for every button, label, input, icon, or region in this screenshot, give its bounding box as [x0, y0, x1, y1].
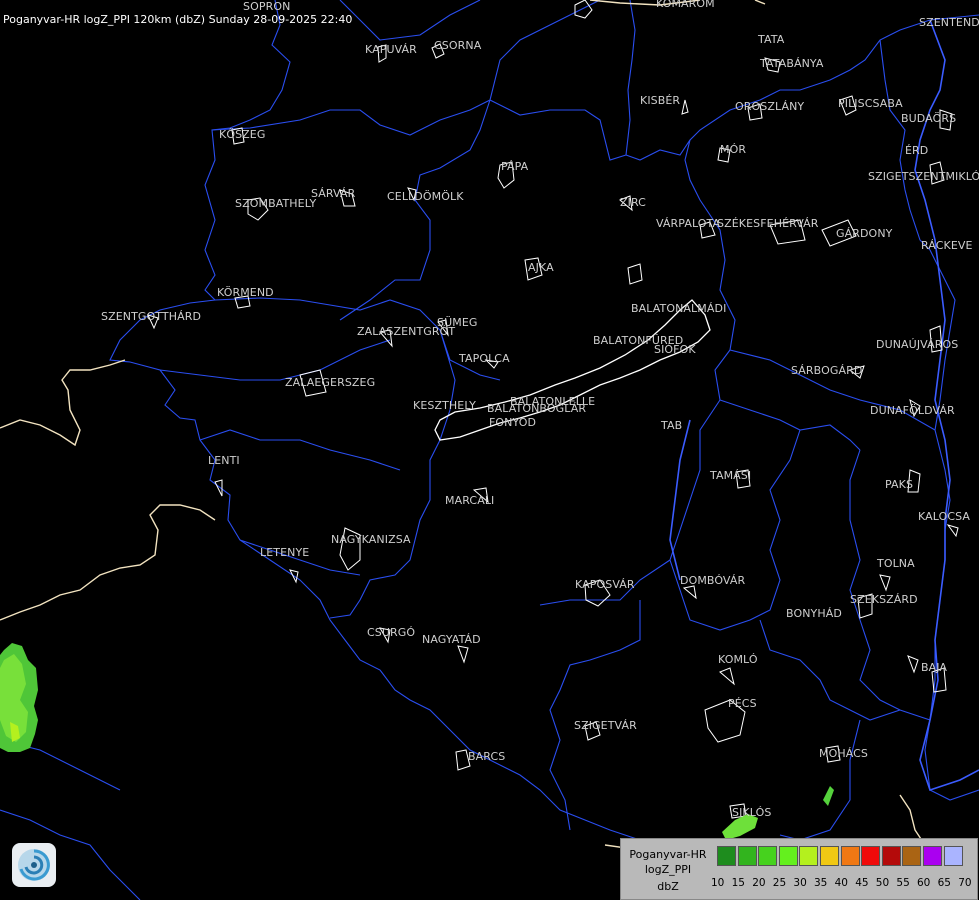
- city-label: CSORNA: [434, 39, 482, 52]
- legend-tick-label: 50: [875, 877, 890, 889]
- legend-tick-label: 65: [937, 877, 951, 889]
- legend-swatch: [819, 846, 839, 866]
- city-label: CELLDÖMÖLK: [387, 190, 464, 203]
- city-label: PÁPA: [501, 160, 529, 173]
- legend-tick-label: 30: [793, 877, 807, 889]
- city-label: SÁRVÁR: [311, 187, 356, 200]
- city-label: SZEKSZÁRD: [850, 593, 918, 606]
- legend-swatch: [881, 846, 901, 866]
- city-label: MÓR: [720, 143, 747, 156]
- city-label: ÉRD: [905, 144, 929, 157]
- legend-swatch: [943, 846, 963, 866]
- city-label: PÉCS: [728, 697, 757, 710]
- city-label: KESZTHELY: [413, 399, 476, 412]
- city-label: NAGYATÁD: [422, 633, 481, 646]
- city-label: DUNAFÖLDVÁR: [870, 404, 955, 417]
- legend-swatch: [902, 846, 922, 866]
- city-label: PILISCSABA: [838, 97, 903, 110]
- city-label: KŐSZEG: [219, 128, 266, 141]
- city-label: KALOCSA: [918, 510, 971, 523]
- legend-tick-label: 15: [731, 877, 745, 889]
- city-label: TATABÁNYA: [760, 57, 824, 70]
- legend-tick-label: 45: [855, 877, 869, 889]
- city-label: BARCS: [468, 750, 506, 763]
- city-label: BUDAÖRS: [901, 112, 957, 125]
- city-label: MOHÁCS: [819, 747, 869, 760]
- provider-logo: [12, 843, 56, 887]
- city-label: BALATONALMÁDI: [631, 302, 727, 315]
- city-label: MARCALI: [445, 494, 495, 507]
- city-label: TATA: [758, 33, 785, 46]
- legend-color-scale: [717, 846, 964, 866]
- city-label: TAMÁSI: [710, 469, 752, 482]
- legend-swatch: [717, 846, 736, 866]
- city-label: DUNAÚJVÁROS: [876, 338, 959, 351]
- radar-map: [0, 0, 979, 900]
- city-label: SZENTENDRE: [919, 16, 979, 29]
- city-label: SZIGETVÁR: [574, 719, 637, 732]
- city-label: SIÓFOK: [654, 343, 696, 356]
- city-label: VÁRPALOTA: [656, 217, 721, 230]
- legend-swatch: [922, 846, 942, 866]
- national-border: [0, 0, 926, 851]
- legend-tick-label: 70: [958, 877, 972, 889]
- dbz-legend: Poganyvar-HR logZ_PPI dbZ 10 15 20 25 30 35 40…: [620, 838, 978, 900]
- legend-swatch: [799, 846, 819, 866]
- city-label: LETENYE: [260, 546, 310, 559]
- legend-swatch: [758, 846, 778, 866]
- radar-title: Poganyvar-HR logZ_PPI 120km (dbZ) Sunday…: [3, 13, 353, 26]
- legend-tick-label: 60: [917, 877, 931, 889]
- city-label: TAB: [661, 419, 683, 432]
- legend-swatch: [861, 846, 881, 866]
- swirl-icon: [18, 849, 50, 881]
- city-label: KISBÉR: [640, 94, 681, 107]
- city-label: DOMBÓVÁR: [680, 574, 746, 587]
- city-label: SZÉKESFEHÉRVÁR: [717, 217, 819, 230]
- city-label: CSURGÓ: [367, 626, 416, 639]
- city-label: FONYÓD: [489, 416, 537, 429]
- city-label: SZOMBATHELY: [235, 197, 317, 210]
- legend-tick-label: 35: [814, 877, 828, 889]
- city-label: OROSZLÁNY: [735, 100, 805, 113]
- legend-tick-label: 10: [711, 877, 725, 889]
- city-label: SZIGETSZENTMIKLÓS: [868, 170, 979, 183]
- city-label: SZENTGOTTHÁRD: [101, 310, 202, 323]
- city-label: KAPOSVÁR: [575, 578, 635, 591]
- county-borders: [0, 0, 979, 900]
- city-label: SOPRON: [243, 0, 291, 13]
- legend-swatch: [778, 846, 798, 866]
- legend-unit: dbZ: [657, 880, 679, 893]
- city-label: SIKLÓS: [732, 806, 772, 819]
- city-label: BAJA: [921, 661, 948, 674]
- radar-map-view: Poganyvar-HR logZ_PPI 120km (dbZ) Sunday…: [0, 0, 979, 900]
- radar-echoes: [0, 643, 834, 840]
- city-label: TAPOLCA: [459, 352, 510, 365]
- legend-swatch: [737, 846, 757, 866]
- city-label: KOMLÓ: [718, 653, 758, 666]
- city-label: KAPUVÁR: [365, 43, 417, 56]
- city-label: KOMAROM: [656, 0, 715, 10]
- city-label: KÖRMEND: [217, 286, 274, 299]
- legend-tick-label: 25: [772, 877, 787, 889]
- legend-radar-name: Poganyvar-HR: [629, 848, 707, 861]
- city-label: PAKS: [885, 478, 914, 491]
- city-label: ZALASZENTGRÓT: [357, 325, 456, 338]
- legend-tick-label: 20: [752, 877, 766, 889]
- city-label: BONYHÁD: [786, 607, 842, 620]
- legend-tick-label: 55: [896, 877, 910, 889]
- city-label: GÁRDONY: [836, 227, 893, 240]
- legend-product: logZ_PPI: [644, 863, 692, 876]
- city-label: ZALAEGERSZEG: [285, 376, 376, 389]
- legend-swatch: [840, 846, 860, 866]
- city-label: SÁRBOGÁRD: [791, 364, 863, 377]
- city-label: NAGYKANIZSA: [331, 533, 411, 546]
- city-label: AJKA: [528, 261, 554, 274]
- city-label: LENTI: [208, 454, 240, 467]
- city-label: ZIRC: [620, 196, 646, 209]
- city-label: RÁCKEVE: [921, 239, 973, 252]
- city-label: TOLNA: [877, 557, 915, 570]
- legend-tick-label: 40: [834, 877, 848, 889]
- legend-ticks: 10 15 20 25 30 35 40 45 50 55 60 65 70: [711, 877, 979, 891]
- city-label: BALATONBOGLÁR: [487, 402, 587, 415]
